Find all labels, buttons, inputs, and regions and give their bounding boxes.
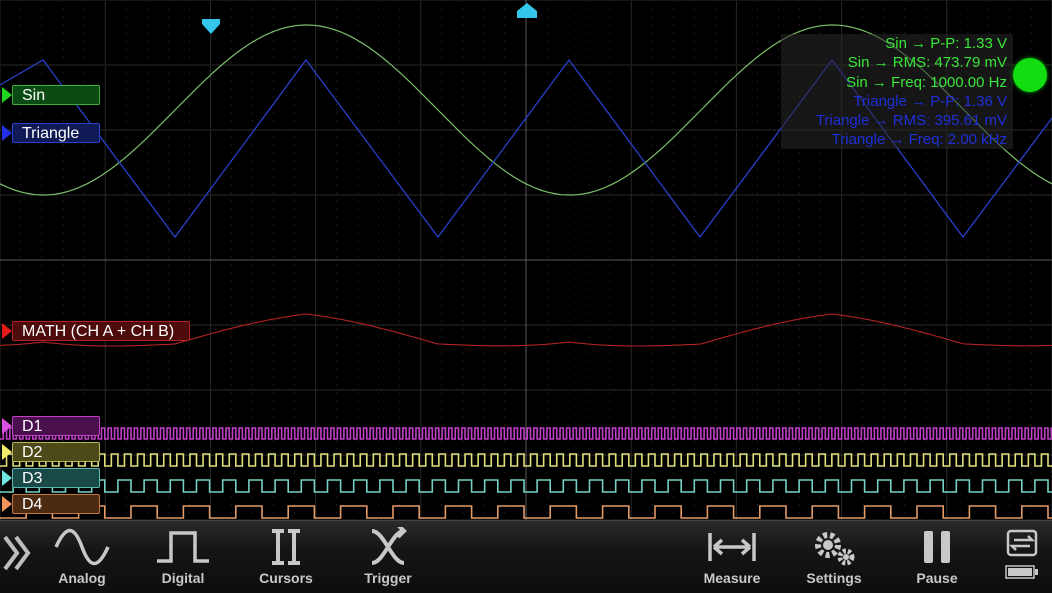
channel-marker-d3[interactable]	[2, 470, 12, 486]
d1-digital-waveform	[0, 427, 1052, 440]
channel-marker-d4[interactable]	[2, 496, 12, 512]
channel-label-math[interactable]: MATH (CH A + CH B)	[12, 321, 190, 341]
d4-digital-waveform	[0, 505, 1052, 519]
settings-button[interactable]: Settings	[792, 527, 876, 589]
measurement-sin-rms: Sin → RMS: 473.79 mV	[847, 54, 1007, 72]
trigger-label: Trigger	[364, 570, 412, 586]
d3-digital-waveform	[0, 479, 1052, 493]
expand-button[interactable]	[0, 531, 36, 593]
pause-icon	[924, 531, 950, 563]
trigger-position-marker-icon[interactable]	[516, 2, 538, 20]
channel-label-sin[interactable]: Sin	[12, 85, 100, 105]
channel-marker-d1[interactable]	[2, 418, 12, 434]
pause-label: Pause	[916, 570, 958, 586]
pause-button[interactable]: Pause	[895, 527, 979, 589]
channel-marker-math[interactable]	[2, 323, 12, 339]
measure-button[interactable]: Measure	[690, 527, 774, 589]
run-status-indicator[interactable]	[1013, 58, 1047, 92]
cursors-icon	[272, 529, 300, 565]
trigger-icon	[371, 527, 407, 565]
gears-icon	[815, 532, 855, 566]
channel-label-d1[interactable]: D1	[12, 416, 100, 436]
cursors-label: Cursors	[259, 570, 313, 586]
channel-label-triangle[interactable]: Triangle	[12, 123, 100, 143]
sine-wave-icon	[54, 528, 110, 566]
measure-icon	[708, 533, 756, 561]
channel-marker-d2[interactable]	[2, 444, 12, 460]
scope-display[interactable]: Sin Triangle MATH (CH A + CH B) D1 D2 D3…	[0, 0, 1052, 520]
connection-button[interactable]	[1000, 529, 1044, 591]
channel-label-d3[interactable]: D3	[12, 468, 100, 488]
analog-button[interactable]: Analog	[40, 527, 124, 589]
chevrons-right-icon	[3, 535, 31, 571]
digital-label: Digital	[161, 570, 205, 586]
square-pulse-icon	[157, 531, 209, 563]
measurement-triangle-pp: Triangle → P-P: 1.36 V	[853, 92, 1007, 110]
channel-label-d2[interactable]: D2	[12, 442, 100, 462]
settings-label: Settings	[806, 570, 862, 586]
channel-marker-triangle[interactable]	[2, 125, 12, 141]
measurement-sin-freq: Sin → Freq: 1000.00 Hz	[846, 73, 1007, 91]
measurement-panel[interactable]: Sin → P-P: 1.33 V Sin → RMS: 473.79 mV S…	[781, 34, 1013, 149]
trigger-button[interactable]: Trigger	[346, 527, 430, 589]
trigger-time-marker-icon[interactable]	[201, 16, 221, 36]
d2-digital-waveform	[0, 453, 1052, 467]
cursors-button[interactable]: Cursors	[244, 527, 328, 589]
channel-label-d4[interactable]: D4	[12, 494, 100, 514]
measurement-triangle-rms: Triangle → RMS: 395.61 mV	[815, 112, 1007, 130]
channel-marker-sin[interactable]	[2, 87, 12, 103]
measurement-triangle-freq: Triangle → Freq: 2.00 kHz	[831, 131, 1007, 149]
measurement-sin-pp: Sin → P-P: 1.33 V	[885, 35, 1007, 52]
digital-button[interactable]: Digital	[141, 527, 225, 589]
battery-icon	[1004, 565, 1040, 581]
analog-label: Analog	[58, 570, 106, 586]
switch-icon	[1006, 529, 1038, 557]
bottom-toolbar: Analog Digital Cursors Trigger Measure S…	[0, 520, 1052, 593]
measure-label: Measure	[703, 570, 761, 586]
